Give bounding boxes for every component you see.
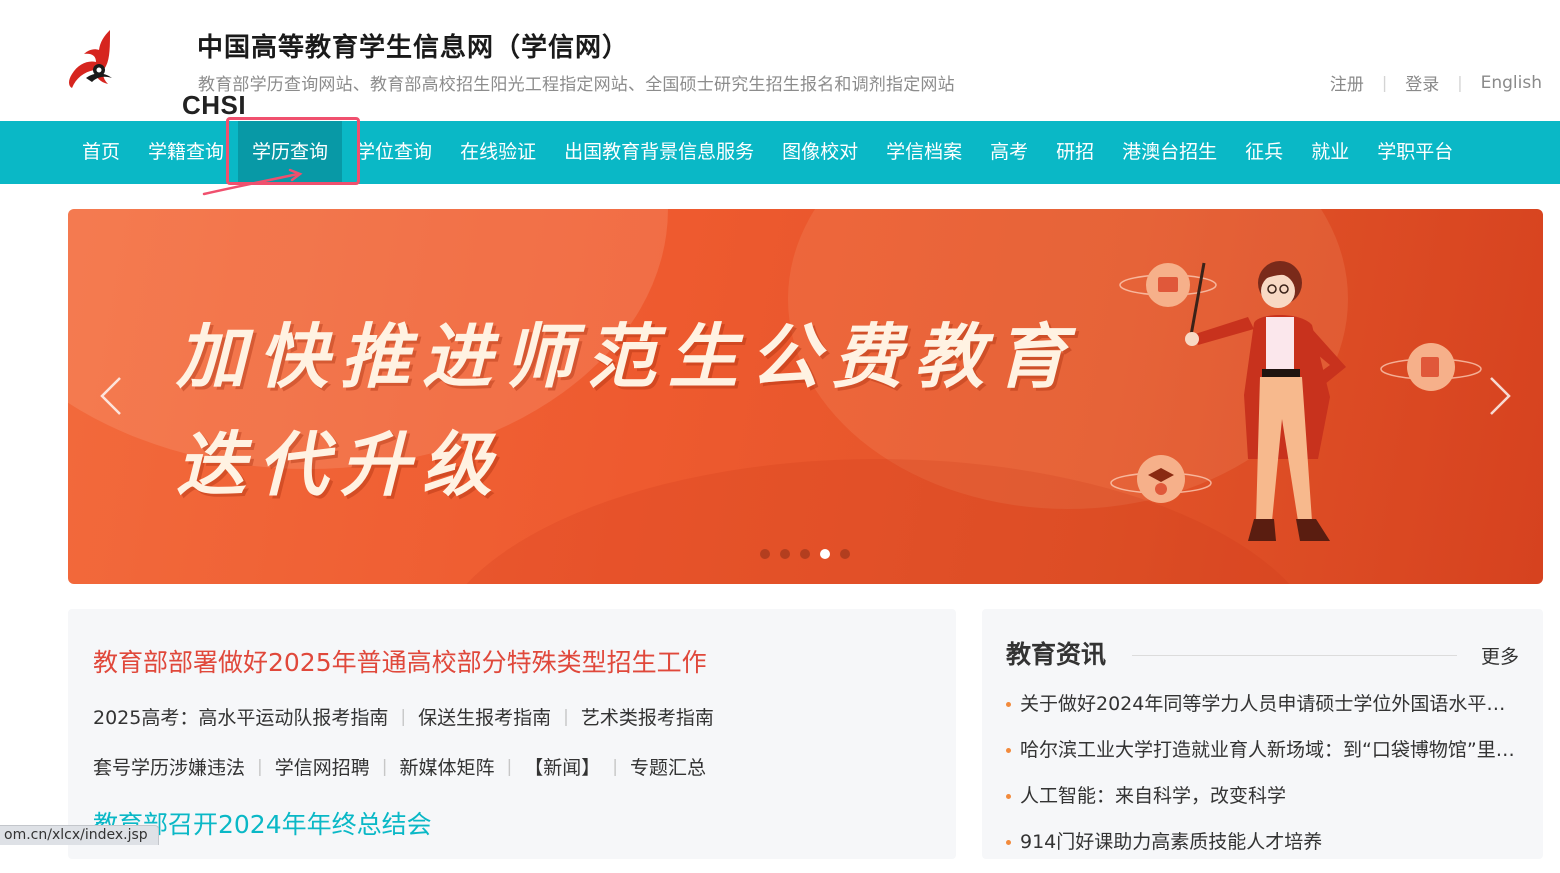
art-guide-link[interactable]: 艺术类报考指南 [581, 703, 714, 730]
chsi-logo-icon [69, 30, 112, 88]
slide-indicators [760, 549, 850, 559]
divider [1132, 655, 1457, 656]
account-links: 注册 | 登录 | English [1330, 70, 1542, 96]
divider: | [1457, 73, 1463, 92]
english-link[interactable]: English [1481, 73, 1542, 93]
nav-item-conscription[interactable]: 征兵 [1231, 121, 1297, 184]
slide-dot[interactable] [800, 549, 810, 559]
divider: | [612, 756, 618, 777]
quick-links: 套号学历涉嫌违法 | 学信网招聘 | 新媒体矩阵 | 【新闻】 | 专题汇总 [93, 753, 706, 780]
nav-item-career-platform[interactable]: 学职平台 [1363, 121, 1467, 184]
nav-item-degree-query[interactable]: 学历查询 [238, 121, 343, 184]
divider: | [563, 706, 569, 727]
divider: | [257, 756, 263, 777]
list-item[interactable]: 人工智能：来自科学，改变科学 [1006, 781, 1516, 827]
chsi-logo[interactable]: CHSI [66, 28, 246, 120]
news-link[interactable]: 【新闻】 [524, 753, 600, 780]
banner-headline-2: 迭代升级 [176, 424, 504, 506]
list-item[interactable]: 关于做好2024年同等学力人员申请硕士学位外国语水平全国统一考试工作的通知 [1006, 689, 1516, 735]
nav-item-overseas-service[interactable]: 出国教育背景信息服务 [550, 121, 768, 184]
site-subtitle: 教育部学历查询网站、教育部高校招生阳光工程指定网站、全国硕士研究生招生报名和调剂… [198, 75, 955, 95]
sports-team-guide-link[interactable]: 高水平运动队报考指南 [198, 703, 388, 730]
news-item-title: 人工智能：来自科学，改变科学 [1020, 785, 1287, 807]
nav-item-online-verify[interactable]: 在线验证 [446, 121, 550, 184]
news-item-title: 哈尔滨工业大学打造就业育人新场域：到“口袋博物馆”里上一堂课 [1020, 739, 1516, 761]
bullet-icon [1006, 840, 1011, 845]
site-title: 中国高等教育学生信息网（学信网） [197, 33, 630, 63]
news-item-title: 914门好课助力高素质技能人才培养 [1020, 831, 1323, 853]
divider: | [381, 756, 388, 777]
nav-item-employment[interactable]: 就业 [1297, 121, 1363, 184]
fake-degree-link[interactable]: 套号学历涉嫌违法 [93, 753, 245, 780]
slide-dot[interactable] [840, 549, 850, 559]
new-media-link[interactable]: 新媒体矩阵 [400, 753, 495, 780]
nav-item-archive[interactable]: 学信档案 [872, 121, 976, 184]
bullet-icon [1006, 748, 1011, 753]
gaokao-guide-links: 2025高考： 高水平运动队报考指南 | 保送生报考指南 | 艺术类报考指南 [93, 703, 714, 730]
education-news-list: 关于做好2024年同等学力人员申请硕士学位外国语水平全国统一考试工作的通知 哈尔… [1006, 689, 1516, 873]
teacher-illustration [1110, 261, 1482, 541]
prev-slide-icon[interactable] [96, 374, 126, 418]
list-item[interactable]: 哈尔滨工业大学打造就业育人新场域：到“口袋博物馆”里上一堂课 [1006, 735, 1516, 781]
banner-headline: 加快推进师范生公费教育 [176, 316, 1078, 398]
hero-banner[interactable]: 加快推进师范生公费教育 迭代升级 [68, 209, 1543, 584]
slide-dot-active[interactable] [820, 549, 830, 559]
divider: | [1381, 73, 1388, 92]
nav-item-image-check[interactable]: 图像校对 [768, 121, 872, 184]
headline-news-panel: 教育部部署做好2025年普通高校部分特殊类型招生工作 2025高考： 高水平运动… [68, 609, 956, 859]
main-nav: 首页 学籍查询 学历查询 学位查询 在线验证 出国教育背景信息服务 图像校对 学… [0, 121, 1560, 184]
nav-items: 首页 学籍查询 学历查询 学位查询 在线验证 出国教育背景信息服务 图像校对 学… [68, 121, 1467, 184]
list-item[interactable]: 914门好课助力高素质技能人才培养 [1006, 827, 1516, 873]
status-bar-url: om.cn/xlcx/index.jsp [0, 825, 159, 845]
nav-item-gaokao[interactable]: 高考 [976, 121, 1042, 184]
divider: | [400, 706, 407, 727]
site-header: CHSI 中国高等教育学生信息网（学信网） 教育部学历查询网站、教育部高校招生阳… [0, 0, 1560, 121]
recommended-student-guide-link[interactable]: 保送生报考指南 [418, 703, 551, 730]
news-item-title: 关于做好2024年同等学力人员申请硕士学位外国语水平全国统一考试工作的通知 [1020, 693, 1516, 715]
divider: | [506, 756, 513, 777]
slide-dot[interactable] [780, 549, 790, 559]
nav-item-academic-degree-query[interactable]: 学位查询 [342, 121, 446, 184]
bullet-icon [1006, 794, 1011, 799]
more-news-link[interactable]: 更多 [1481, 642, 1519, 669]
topics-link[interactable]: 专题汇总 [630, 753, 706, 780]
slide-dot[interactable] [760, 549, 770, 559]
register-link[interactable]: 注册 [1330, 70, 1364, 95]
bullet-icon [1006, 702, 1011, 707]
nav-item-home[interactable]: 首页 [68, 121, 134, 184]
gaokao-prefix: 2025高考： [93, 707, 199, 729]
next-slide-icon[interactable] [1485, 374, 1515, 418]
recruitment-link[interactable]: 学信网招聘 [275, 753, 370, 780]
education-news-panel: 教育资讯 更多 关于做好2024年同等学力人员申请硕士学位外国语水平全国统一考试… [982, 609, 1543, 859]
login-link[interactable]: 登录 [1405, 70, 1439, 95]
education-news-title: 教育资讯 [1006, 640, 1107, 669]
nav-item-postgrad[interactable]: 研招 [1042, 121, 1108, 184]
nav-item-hmt-admission[interactable]: 港澳台招生 [1108, 121, 1231, 184]
top-headline-link[interactable]: 教育部部署做好2025年普通高校部分特殊类型招生工作 [93, 643, 707, 679]
nav-item-enrollment-query[interactable]: 学籍查询 [134, 121, 238, 184]
